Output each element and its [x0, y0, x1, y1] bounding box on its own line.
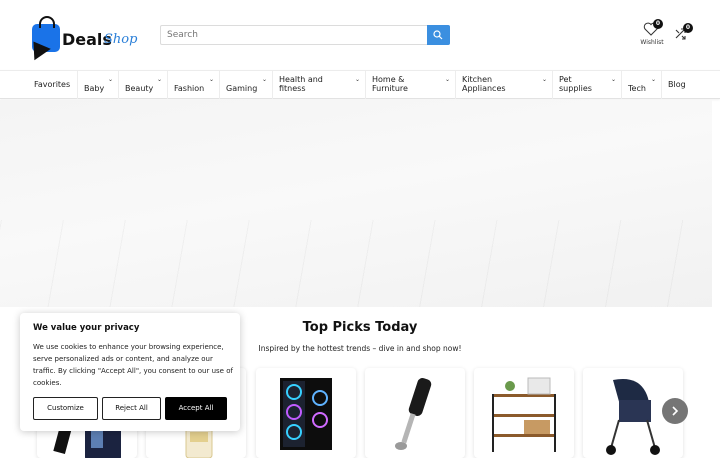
wishlist-count-badge: 0: [653, 19, 663, 29]
gaming-pc-product-image: [280, 378, 332, 450]
hero-banner[interactable]: [0, 100, 712, 307]
nav-label-line2: supplies: [559, 84, 592, 93]
compare-count-badge: 0: [683, 23, 693, 33]
logo-word-shop: Shop: [104, 32, 138, 47]
nav-label: Gaming: [226, 84, 258, 93]
nav-item-fashion[interactable]: Fashion ⌄: [168, 71, 220, 99]
nav-item-baby[interactable]: Baby ⌄: [78, 71, 119, 99]
nav-item-health-fitness[interactable]: Health and fitness ⌄: [273, 71, 366, 99]
cookie-customize-button[interactable]: Customize: [33, 397, 98, 420]
nav-item-beauty[interactable]: Beauty ⌄: [119, 71, 168, 99]
wishlist-button[interactable]: 0 Wishlist: [638, 19, 666, 48]
nav-label: Tech: [628, 84, 646, 93]
cookie-reject-button[interactable]: Reject All: [102, 397, 161, 420]
chevron-down-icon: ⌄: [541, 76, 547, 83]
search-input[interactable]: [161, 26, 428, 44]
product-card-gaming-pc[interactable]: [256, 368, 356, 458]
section-subtitle: Inspired by the hottest trends – dive in…: [258, 344, 462, 353]
chevron-down-icon: ⌄: [444, 76, 450, 83]
search-bar: [160, 25, 450, 45]
section-title: Top Picks Today: [302, 320, 418, 335]
carousel-next-button[interactable]: [662, 398, 688, 424]
compare-button[interactable]: 0: [674, 23, 693, 42]
nav-label-line2: Furniture: [372, 84, 408, 93]
product-card-shoe-rack[interactable]: [474, 368, 574, 458]
cookie-consent-banner: We value your privacy We use cookies to …: [20, 313, 240, 431]
cookie-title: We value your privacy: [33, 323, 140, 333]
site-logo[interactable]: Deals Shop: [25, 16, 140, 61]
nav-label: Fashion: [174, 84, 205, 93]
search-icon: [433, 30, 443, 40]
nav-item-tech[interactable]: Tech ⌄: [622, 71, 662, 99]
hero-floor-texture: [0, 220, 712, 307]
hand-blender-product-image: [395, 378, 432, 450]
nav-item-gaming[interactable]: Gaming ⌄: [220, 71, 273, 99]
cookie-body: We use cookies to enhance your browsing …: [33, 343, 233, 387]
category-nav: Favorites Baby ⌄ Beauty ⌄ Fashion ⌄ Gami…: [0, 70, 720, 99]
wishlist-label: Wishlist: [640, 39, 664, 46]
nav-label-line2: Appliances: [462, 84, 506, 93]
chevron-down-icon: ⌄: [107, 76, 113, 83]
nav-label: Blog: [668, 80, 686, 89]
nav-label: Favorites: [34, 80, 71, 89]
site-header: Deals Shop 0 Wishlist 0: [0, 0, 720, 70]
nav-label: Baby: [84, 84, 105, 93]
chevron-down-icon: ⌄: [354, 76, 360, 83]
nav-item-kitchen-appliances[interactable]: Kitchen Appliances ⌄: [456, 71, 553, 99]
chevron-down-icon: ⌄: [610, 76, 616, 83]
cookie-accept-button[interactable]: Accept All: [165, 397, 227, 420]
chevron-down-icon: ⌄: [650, 76, 656, 83]
chevron-down-icon: ⌄: [208, 76, 214, 83]
nav-item-home-furniture[interactable]: Home & Furniture ⌄: [366, 71, 456, 99]
search-button[interactable]: [427, 25, 450, 45]
nav-item-blog[interactable]: Blog: [662, 71, 702, 99]
shoe-rack-product-image: [492, 377, 556, 452]
chevron-down-icon: ⌄: [156, 76, 162, 83]
nav-label: Beauty: [125, 84, 154, 93]
chevron-down-icon: ⌄: [261, 76, 267, 83]
chevron-right-icon: [672, 406, 679, 416]
nav-item-favorites[interactable]: Favorites: [28, 71, 78, 99]
nav-label-line2: fitness: [279, 84, 306, 93]
nav-item-pet-supplies[interactable]: Pet supplies ⌄: [553, 71, 622, 99]
product-card-hand-blender[interactable]: [365, 368, 465, 458]
